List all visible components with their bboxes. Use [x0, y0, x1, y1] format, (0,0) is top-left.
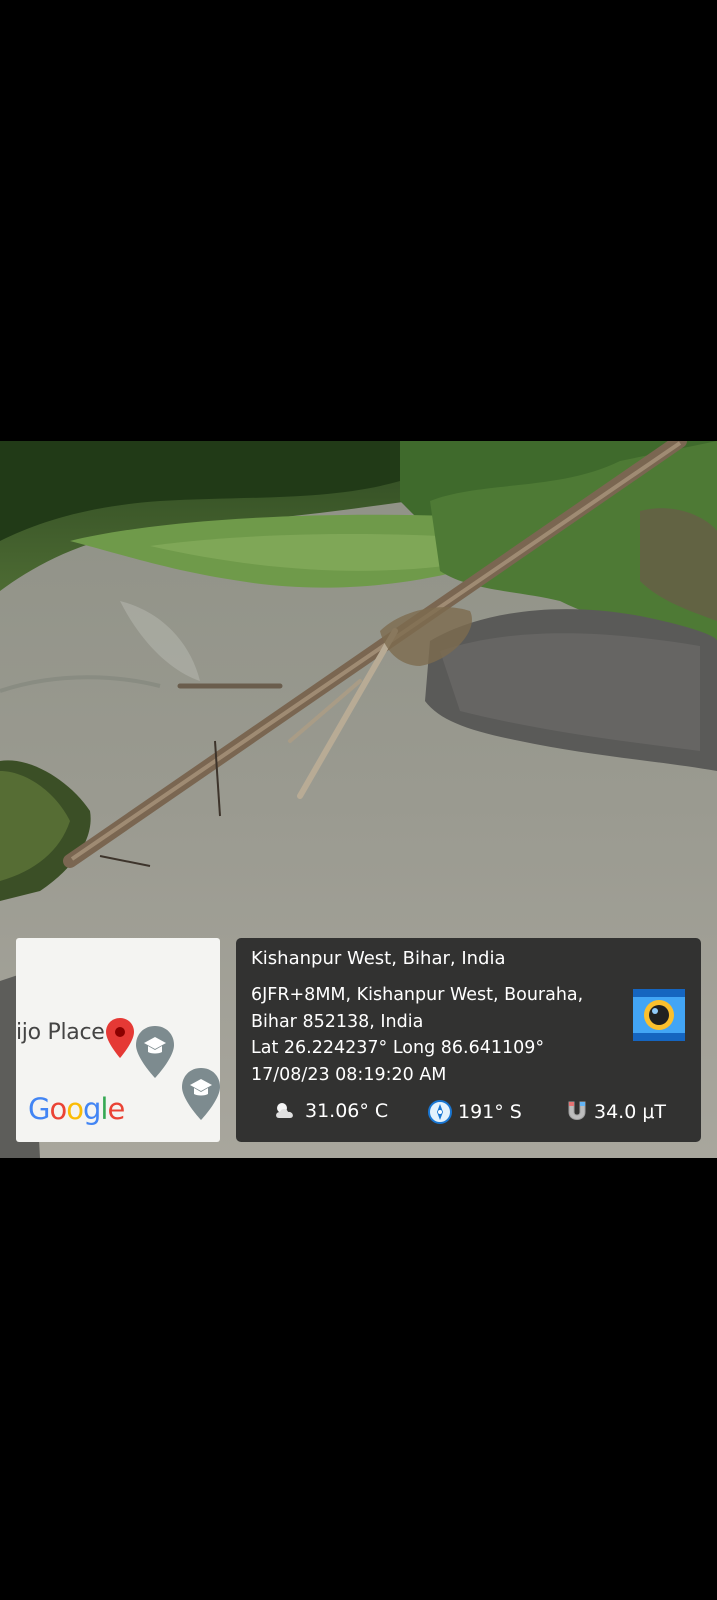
map-thumbnail[interactable]: ijo Place Google	[16, 938, 220, 1142]
temperature-value: 31.06° C	[305, 1100, 389, 1122]
timestamp: 17/08/23 08:19:20 AM	[251, 1065, 447, 1085]
location-title: Kishanpur West, Bihar, India	[251, 948, 506, 969]
google-logo: Google	[28, 1092, 125, 1126]
location-info-card: Kishanpur West, Bihar, India 6JFR+8MM, K…	[236, 938, 701, 1142]
map-pin-icon	[106, 1018, 134, 1062]
magnetic-value: 34.0 μT	[594, 1101, 667, 1123]
address-line-1: 6JFR+8MM, Kishanpur West, Bouraha,	[251, 985, 584, 1005]
magnet-icon	[566, 1100, 588, 1124]
map-place-label: ijo Place	[16, 1020, 105, 1045]
magnetic-stat: 34.0 μT	[566, 1100, 666, 1124]
school-marker-icon	[136, 1026, 174, 1082]
heading-value: 191° S	[458, 1101, 522, 1123]
camera-app-icon[interactable]	[632, 988, 686, 1042]
compass-icon	[428, 1100, 452, 1124]
weather-icon	[273, 1100, 299, 1122]
coordinates: Lat 26.224237° Long 86.641109°	[251, 1038, 545, 1058]
heading-stat: 191° S	[428, 1100, 522, 1124]
address-line-2: Bihar 852138, India	[251, 1012, 424, 1032]
school-marker-icon	[182, 1068, 220, 1124]
temperature-stat: 31.06° C	[273, 1100, 388, 1122]
